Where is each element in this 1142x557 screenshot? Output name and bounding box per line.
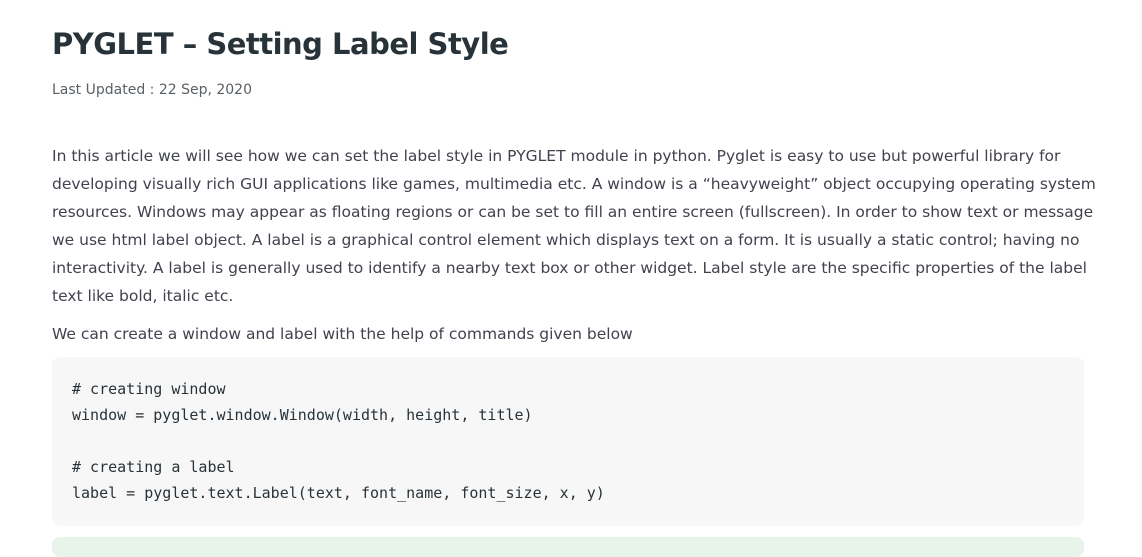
code-line: window = pyglet.window.Window(width, hei… bbox=[72, 406, 533, 424]
intro-paragraph-line: In this article we will see how we can s… bbox=[52, 147, 1061, 165]
last-updated-date: Last Updated : 22 Sep, 2020 bbox=[52, 82, 252, 98]
commands-intro-paragraph: We can create a window and label with th… bbox=[52, 320, 1084, 348]
next-content-block bbox=[52, 537, 1084, 557]
intro-paragraph-line: we use html label object. A label is a g… bbox=[52, 231, 1080, 249]
code-line: # creating a label bbox=[72, 458, 235, 476]
code-line: # creating window bbox=[72, 380, 226, 398]
code-content: # creating window window = pyglet.window… bbox=[72, 376, 605, 506]
intro-paragraph-line: developing visually rich GUI application… bbox=[52, 175, 1096, 193]
intro-paragraph-line: resources. Windows may appear as floatin… bbox=[52, 203, 1094, 221]
code-line: label = pyglet.text.Label(text, font_nam… bbox=[72, 484, 605, 502]
intro-paragraph-line: interactivity. A label is generally used… bbox=[52, 259, 1087, 277]
intro-paragraph-line: text like bold, italic etc. bbox=[52, 287, 234, 305]
intro-paragraph: In this article we will see how we can s… bbox=[52, 142, 1096, 310]
commands-intro-text: We can create a window and label with th… bbox=[52, 325, 633, 343]
article-title: PYGLET – Setting Label Style bbox=[52, 27, 509, 61]
code-block[interactable]: # creating window window = pyglet.window… bbox=[52, 357, 1084, 526]
